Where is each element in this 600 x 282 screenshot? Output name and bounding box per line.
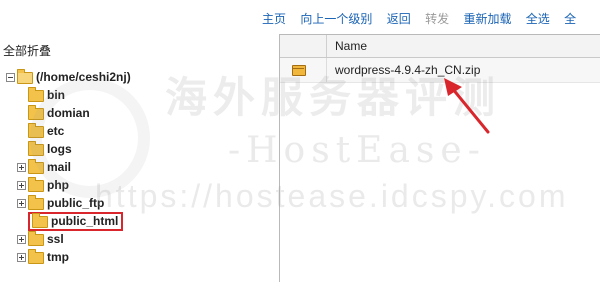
file-manager: 主页 向上一个级别 返回 转发 重新加载 全选 全 全部折叠 (/home/ce… <box>0 0 600 282</box>
reload-button[interactable]: 重新加载 <box>463 10 511 27</box>
folder-icon <box>28 248 44 264</box>
tree-item-label[interactable]: logs <box>47 142 72 156</box>
tree-item-label[interactable]: public_ftp <box>47 196 104 210</box>
folder-icon <box>28 86 44 102</box>
expand-toggle-icon[interactable] <box>17 253 26 263</box>
back-button[interactable]: 返回 <box>387 10 411 27</box>
tree-item-label[interactable]: php <box>47 178 69 192</box>
tree-root[interactable]: (/home/ceshi2nj) <box>0 68 270 86</box>
folder-icon <box>28 230 44 246</box>
file-icon-cell <box>280 58 327 82</box>
tree-item-label[interactable]: etc <box>47 124 64 138</box>
expand-toggle-icon[interactable] <box>17 163 26 173</box>
tree-item-bin[interactable]: bin <box>0 86 270 104</box>
tree-item-public-html[interactable]: public_html <box>0 212 270 231</box>
file-list-header: Name <box>280 35 600 58</box>
select-all-button[interactable]: 全选 <box>526 10 550 27</box>
expand-toggle-icon[interactable] <box>17 199 26 209</box>
tree-root-label[interactable]: (/home/ceshi2nj) <box>36 70 131 84</box>
folder-icon <box>28 140 44 156</box>
file-list-panel: Name wordpress-4.9.4-zh_CN.zip <box>279 34 600 282</box>
folder-icon <box>32 212 48 228</box>
folder-icon <box>28 158 44 174</box>
selection-highlight: public_html <box>28 212 124 231</box>
name-column-header[interactable]: Name <box>335 39 367 53</box>
up-one-level-button[interactable]: 向上一个级别 <box>300 10 372 27</box>
forward-button[interactable]: 转发 <box>425 10 449 27</box>
collapse-toggle-icon[interactable] <box>6 73 15 83</box>
tree-item-etc[interactable]: etc <box>0 122 270 140</box>
home-button[interactable]: 主页 <box>262 10 286 27</box>
icon-column-header <box>280 35 327 57</box>
collapse-all-link[interactable]: 全部折叠 <box>0 42 270 60</box>
expand-toggle-icon[interactable] <box>17 181 26 191</box>
file-name[interactable]: wordpress-4.9.4-zh_CN.zip <box>335 63 480 77</box>
folder-icon <box>28 104 44 120</box>
tree-item-tmp[interactable]: tmp <box>0 248 270 266</box>
file-row[interactable]: wordpress-4.9.4-zh_CN.zip <box>280 58 600 83</box>
tree-item-label[interactable]: tmp <box>47 250 69 264</box>
tree-item-public-ftp[interactable]: public_ftp <box>0 194 270 212</box>
tree-item-php[interactable]: php <box>0 176 270 194</box>
tree-item-logs[interactable]: logs <box>0 140 270 158</box>
folder-open-icon <box>17 68 33 84</box>
folder-icon <box>28 176 44 192</box>
tree-item-label[interactable]: ssl <box>47 232 64 246</box>
tree-item-mail[interactable]: mail <box>0 158 270 176</box>
zip-archive-icon <box>292 65 306 76</box>
tree-item-label[interactable]: mail <box>47 160 71 174</box>
directory-tree: 全部折叠 (/home/ceshi2nj) bin domian etc log… <box>0 42 270 266</box>
toolbar: 主页 向上一个级别 返回 转发 重新加载 全选 全 <box>262 10 587 30</box>
tree-item-domian[interactable]: domian <box>0 104 270 122</box>
tree-item-ssl[interactable]: ssl <box>0 230 270 248</box>
tree-item-label[interactable]: public_html <box>51 214 118 228</box>
tree-item-label[interactable]: bin <box>47 88 65 102</box>
tree-item-label[interactable]: domian <box>47 106 90 120</box>
folder-icon <box>28 194 44 210</box>
toolbar-overflow-button[interactable]: 全 <box>564 10 576 27</box>
expand-toggle-icon[interactable] <box>17 235 26 245</box>
folder-icon <box>28 122 44 138</box>
